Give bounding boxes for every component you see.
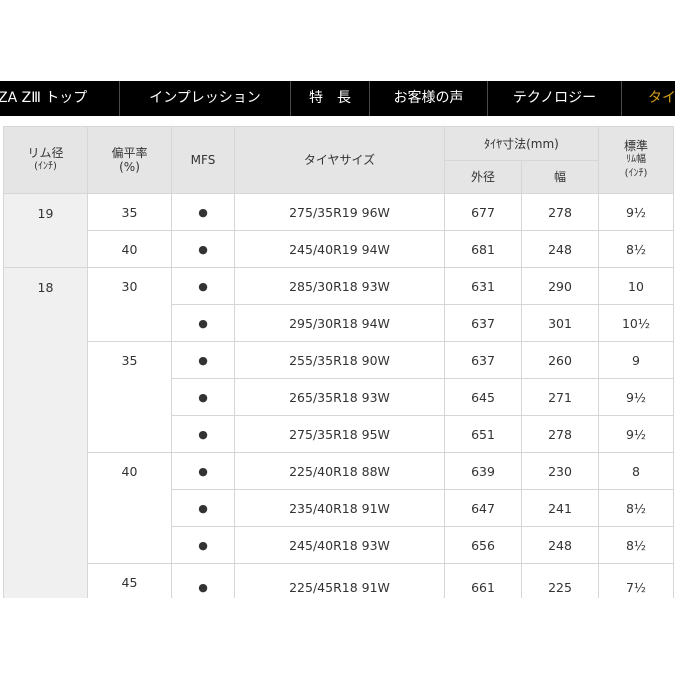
nav-item-top[interactable]: ZA ZⅢ トップ — [0, 81, 120, 116]
nav-item-tire-size[interactable]: タイ — [622, 81, 675, 116]
header-mfs: MFS — [171, 126, 235, 194]
header-tire-dimensions: ﾀｲﾔ寸法(mm) — [444, 126, 599, 161]
nav-item-impression[interactable]: インプレッション — [120, 81, 291, 116]
nav-item-technology[interactable]: テクノロジー — [488, 81, 622, 116]
mfs-mark: ● — [171, 193, 235, 231]
aspect-cell: 30 — [87, 267, 172, 342]
outer-diameter-cell: 656 — [444, 526, 522, 564]
outer-diameter-cell: 645 — [444, 378, 522, 416]
outer-diameter-cell: 637 — [444, 304, 522, 342]
rim-width-cell: 9½ — [598, 415, 674, 453]
outer-diameter-cell: 677 — [444, 193, 522, 231]
header-std-rim-line1: 標準 — [623, 139, 648, 153]
header-rim-label: リム径 — [27, 146, 64, 160]
rim-width-cell: 10½ — [598, 304, 674, 342]
tire-size-cell: 255/35R18 90W — [234, 341, 445, 379]
mfs-mark: ● — [171, 526, 235, 564]
header-aspect-unit: (%) — [119, 160, 140, 174]
table-row: 40 ● 245/40R19 94W 681 248 8½ — [4, 230, 674, 268]
mfs-mark: ● — [171, 341, 235, 379]
rim-diameter-cell: 19 — [3, 193, 88, 268]
table-row: 18 30 ● 285/30R18 93W 631 290 10 — [3, 267, 674, 612]
header-section-width: 幅 — [521, 160, 599, 194]
header-aspect-ratio: 偏平率 (%) — [87, 126, 172, 194]
tire-size-cell: 275/35R19 96W — [234, 193, 445, 231]
width-cell: 230 — [521, 452, 599, 490]
mfs-mark: ● — [171, 415, 235, 453]
page: ZA ZⅢ トップ インプレッション 特 長 お客様の声 テクノロジー タイ リ… — [0, 0, 675, 675]
tire-size-cell: 245/40R18 93W — [234, 526, 445, 564]
table-header-row: リム径 (ｲﾝﾁ) 偏平率 (%) MFS タイヤサイズ ﾀｲﾔ寸法(mm) 標… — [3, 126, 674, 194]
mfs-mark: ● — [171, 267, 235, 305]
header-std-rim-line2: ﾘﾑ幅 — [626, 154, 646, 165]
aspect-cell: 35 — [87, 341, 172, 453]
tire-size-table: リム径 (ｲﾝﾁ) 偏平率 (%) MFS タイヤサイズ ﾀｲﾔ寸法(mm) 標… — [3, 126, 674, 612]
header-aspect-label: 偏平率 — [111, 146, 148, 160]
rim-width-cell: 8½ — [598, 489, 674, 527]
outer-diameter-cell: 647 — [444, 489, 522, 527]
mfs-mark: ● — [171, 489, 235, 527]
outer-diameter-cell: 651 — [444, 415, 522, 453]
tire-size-cell: 275/35R18 95W — [234, 415, 445, 453]
header-rim-unit: (ｲﾝﾁ) — [34, 161, 57, 172]
width-cell: 260 — [521, 341, 599, 379]
rim-width-cell: 8½ — [598, 230, 674, 268]
tire-size-cell: 295/30R18 94W — [234, 304, 445, 342]
rim-width-cell: 9 — [598, 341, 674, 379]
width-cell: 248 — [521, 526, 599, 564]
outer-diameter-cell: 637 — [444, 341, 522, 379]
tire-size-cell: 285/30R18 93W — [234, 267, 445, 305]
mfs-mark: ● — [171, 452, 235, 490]
outer-diameter-cell: 681 — [444, 230, 522, 268]
outer-diameter-cell: 631 — [444, 267, 522, 305]
mfs-mark: ● — [171, 378, 235, 416]
nav-item-features[interactable]: 特 長 — [291, 81, 370, 116]
rim-width-cell: 10 — [598, 267, 674, 305]
rim-width-cell: 9½ — [598, 378, 674, 416]
width-cell: 241 — [521, 489, 599, 527]
header-outer-diameter: 外径 — [444, 160, 522, 194]
tire-size-cell: 225/40R18 88W — [234, 452, 445, 490]
table-row: 35 ● 255/35R18 90W 637 260 9 — [4, 341, 674, 453]
width-cell: 271 — [521, 378, 599, 416]
table-row: 19 35 ● 275/35R19 96W 677 278 9½ — [3, 193, 674, 268]
width-cell: 301 — [521, 304, 599, 342]
tire-size-cell: 235/40R18 91W — [234, 489, 445, 527]
width-cell: 290 — [521, 267, 599, 305]
header-std-rim-line3: (ｲﾝﾁ) — [624, 168, 648, 179]
aspect-cell: 40 — [87, 230, 172, 268]
width-cell: 248 — [521, 230, 599, 268]
header-rim-diameter: リム径 (ｲﾝﾁ) — [3, 126, 88, 194]
product-nav-bar: ZA ZⅢ トップ インプレッション 特 長 お客様の声 テクノロジー タイ — [0, 81, 675, 116]
rim-width-cell: 8½ — [598, 526, 674, 564]
mfs-mark: ● — [171, 304, 235, 342]
rim-width-cell: 9½ — [598, 193, 674, 231]
rim-width-cell: 8 — [598, 452, 674, 490]
width-cell: 278 — [521, 415, 599, 453]
nav-item-customer-voice[interactable]: お客様の声 — [370, 81, 488, 116]
aspect-cell: 40 — [87, 452, 172, 564]
crop-area — [0, 598, 675, 675]
tire-size-cell: 265/35R18 93W — [234, 378, 445, 416]
header-standard-rim-width: 標準 ﾘﾑ幅 (ｲﾝﾁ) — [598, 126, 674, 194]
outer-diameter-cell: 639 — [444, 452, 522, 490]
header-tire-size: タイヤサイズ — [234, 126, 445, 194]
mfs-mark: ● — [171, 230, 235, 268]
tire-size-cell: 245/40R19 94W — [234, 230, 445, 268]
aspect-cell: 35 — [87, 193, 172, 231]
width-cell: 278 — [521, 193, 599, 231]
table-row: 40 ● 225/40R18 88W 639 230 8 — [4, 452, 674, 564]
rim-diameter-cell: 18 — [3, 267, 88, 612]
